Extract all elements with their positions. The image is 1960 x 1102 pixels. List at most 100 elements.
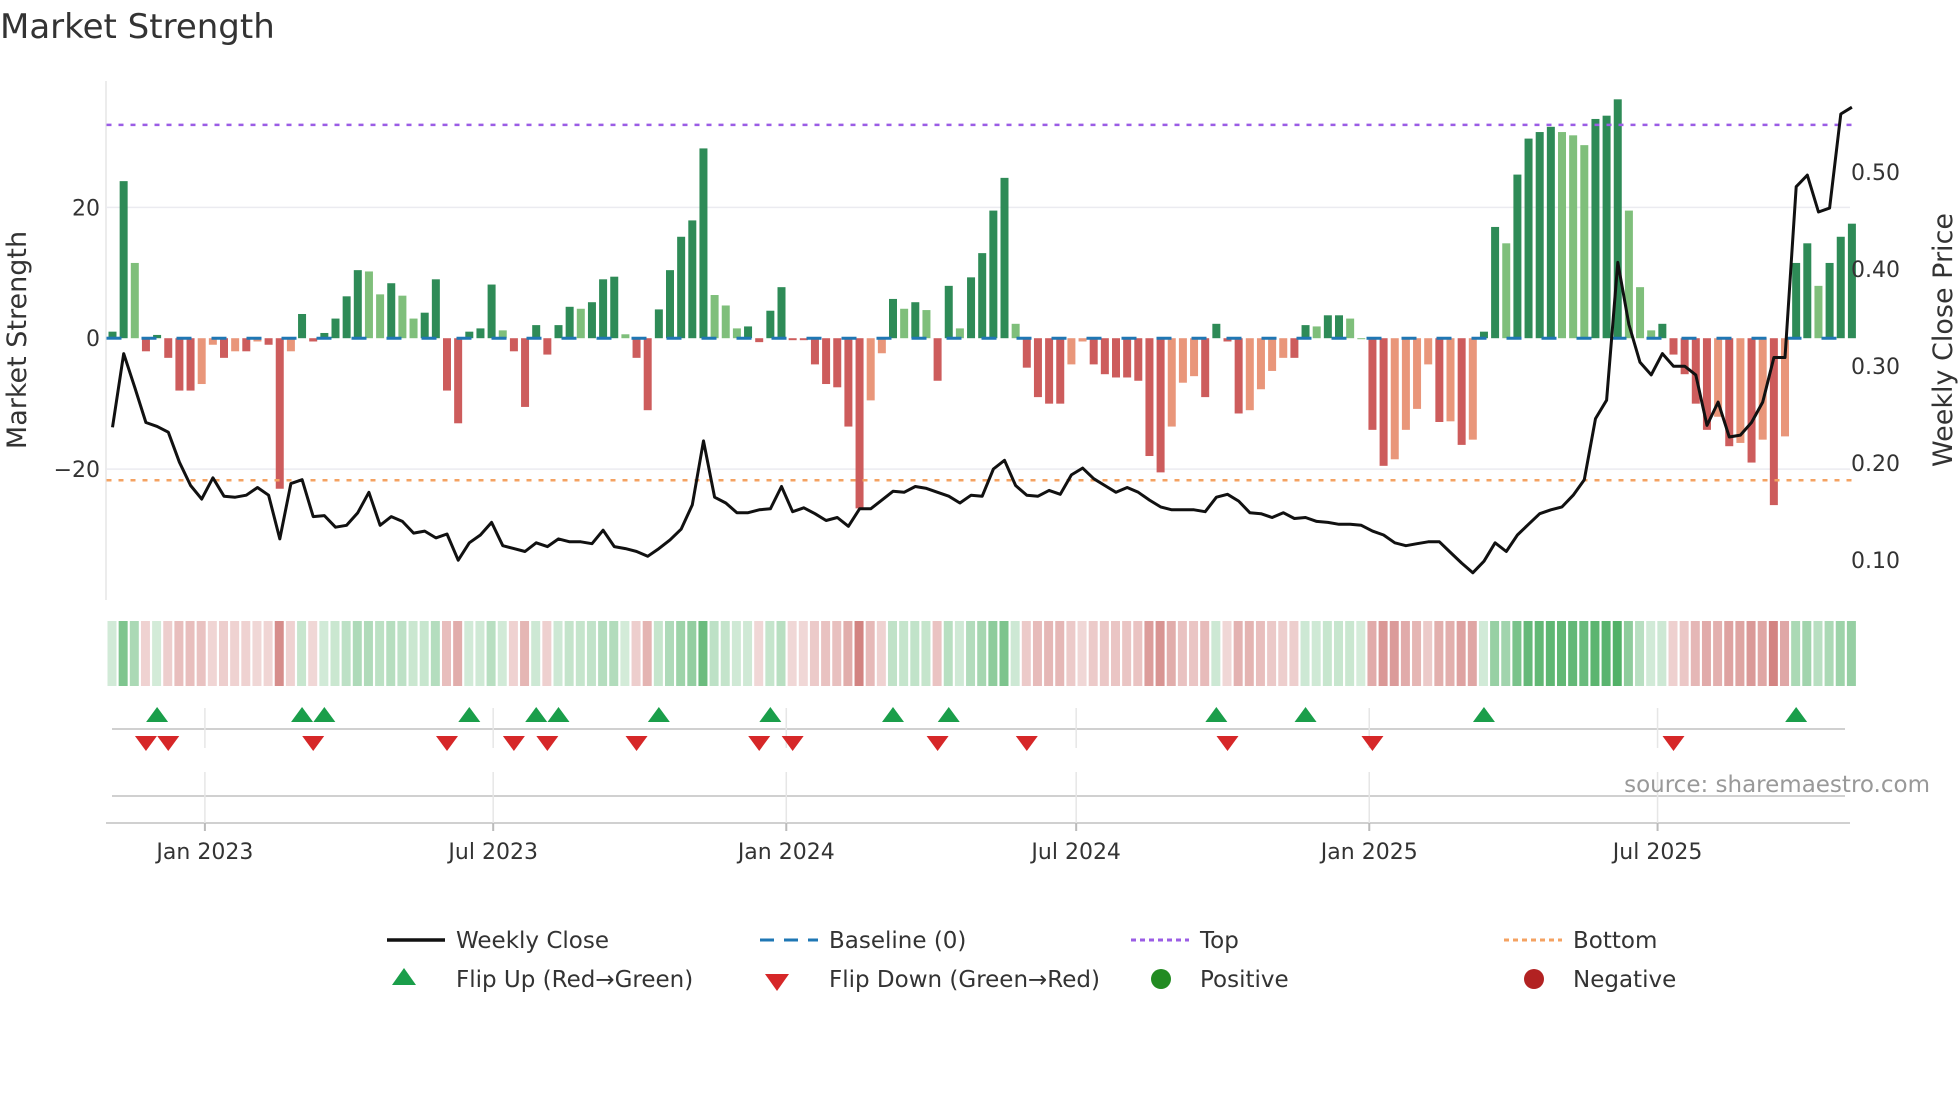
strip-cell: [1289, 621, 1299, 686]
strip-cell: [1601, 621, 1611, 686]
positive-bar: [587, 302, 596, 339]
strip-cell: [809, 621, 819, 686]
positive-bar: [1803, 243, 1812, 339]
strip-cell: [1724, 621, 1734, 686]
positive-bar: [1312, 326, 1321, 339]
strip-cell: [1267, 621, 1277, 686]
negative-bar: [1123, 338, 1132, 378]
positive-bar: [409, 318, 418, 339]
negative-bar: [1234, 338, 1243, 414]
positive-bar: [1658, 323, 1667, 339]
negative-bar: [1112, 338, 1120, 378]
positive-bar: [654, 309, 663, 339]
positive-bar: [1502, 243, 1511, 339]
flip-up-marker: [882, 707, 904, 722]
strip-cell: [118, 621, 128, 686]
strip-cell: [1835, 621, 1845, 686]
negative-bar: [933, 338, 942, 381]
strip-cell: [352, 621, 362, 686]
negative-bar: [1178, 338, 1187, 383]
strip-cell: [564, 621, 574, 686]
triangle-down-icon: [765, 974, 789, 991]
strip-cell: [1088, 621, 1098, 686]
strip-cell: [1456, 621, 1466, 686]
left-y-tick-label: −20: [54, 458, 100, 483]
strip-cell: [185, 621, 195, 686]
negative-bar: [1736, 338, 1745, 443]
strip-cell: [609, 621, 619, 686]
strip-cell: [497, 621, 507, 686]
strip-cell: [1222, 621, 1232, 686]
positive-bar: [1814, 285, 1823, 339]
positive-bar: [353, 270, 362, 339]
negative-bar: [1413, 338, 1422, 409]
strip-cell: [854, 621, 864, 686]
legend-label: Flip Up (Red→Green): [456, 967, 693, 993]
positive-bar: [1546, 126, 1555, 339]
negative-bar: [242, 338, 251, 352]
flip-markers-panel: [106, 707, 1850, 831]
strip-cell: [263, 621, 273, 686]
strip-cell: [1467, 621, 1477, 686]
strip-cell: [586, 621, 596, 686]
strip-cell: [876, 621, 886, 686]
positive-bar: [1558, 132, 1566, 339]
strip-cell: [386, 621, 396, 686]
negative-bar: [866, 338, 875, 401]
strip-cell: [363, 621, 373, 686]
negative-bar: [231, 338, 240, 352]
negative-bar: [1033, 338, 1042, 398]
left-y-axis-label: Market Strength: [2, 231, 33, 449]
negative-bar: [1078, 338, 1087, 342]
negative-bar: [1056, 338, 1065, 404]
negative-bar: [833, 338, 842, 388]
regime-heat-strip: [107, 621, 1856, 686]
strip-cell: [319, 621, 329, 686]
strip-cell: [1557, 621, 1566, 686]
negative-bar: [1424, 338, 1433, 365]
flip-down-marker: [625, 736, 648, 751]
legend-label: Top: [1199, 928, 1239, 954]
strip-cell: [1635, 621, 1645, 686]
negative-bar: [1089, 338, 1098, 365]
strip-cell: [1690, 621, 1700, 686]
weekly-close-line: [111, 105, 1853, 575]
strip-cell: [285, 621, 295, 686]
strip-cell: [921, 621, 931, 686]
strip-cell: [1400, 621, 1410, 686]
positive-bar: [1825, 262, 1834, 339]
positive-bar: [766, 310, 775, 339]
positive-bar: [1513, 174, 1522, 339]
positive-bar: [476, 328, 485, 339]
positive-bar: [1792, 262, 1801, 339]
strip-cell: [140, 621, 150, 686]
flip-down-marker: [157, 736, 180, 751]
strip-cell: [1434, 621, 1444, 686]
strip-cell: [899, 621, 909, 686]
x-tick-label: Jul 2023: [446, 840, 538, 865]
positive-bar: [1580, 145, 1589, 339]
strip-cell: [1701, 621, 1711, 686]
legend-item-positive: Positive: [1151, 967, 1289, 993]
negative-bar: [264, 338, 273, 345]
positive-bar: [420, 312, 429, 339]
strip-cell: [865, 621, 875, 686]
negative-bar: [164, 338, 173, 358]
negative-bar: [454, 338, 463, 424]
strip-cell: [1334, 621, 1343, 686]
flip-up-marker: [1785, 707, 1808, 722]
strip-cell: [274, 621, 284, 686]
strip-cell: [1445, 621, 1455, 686]
strip-cell: [1623, 621, 1633, 686]
negative-bar: [521, 338, 530, 407]
gridlines: [105, 81, 1850, 600]
triangle-up-icon: [392, 968, 416, 985]
negative-bar: [543, 338, 552, 355]
positive-bar: [1491, 226, 1500, 339]
negative-bar: [755, 338, 764, 343]
strip-cell: [308, 621, 318, 686]
strip-cell: [888, 621, 897, 686]
strip-cell: [966, 621, 976, 686]
legend-label: Positive: [1200, 967, 1289, 993]
negative-bar: [1022, 338, 1031, 368]
